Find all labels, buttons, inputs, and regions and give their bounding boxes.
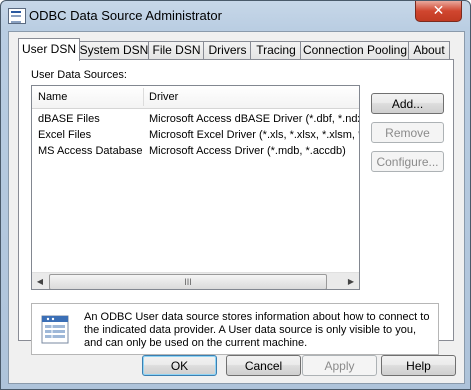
user-data-sources-label: User Data Sources:	[31, 69, 127, 81]
tab-about[interactable]: About	[408, 41, 450, 60]
configure-button[interactable]: Configure...	[371, 151, 444, 172]
info-description: An ODBC User data source stores informat…	[84, 311, 430, 349]
horizontal-scrollbar[interactable]: ◀ III ▶	[32, 272, 359, 289]
odbc-app-icon	[8, 8, 26, 24]
list-item[interactable]: MS Access Database Microsoft Access Driv…	[32, 143, 359, 159]
source-driver: Microsoft Excel Driver (*.xls, *.xlsx, *…	[149, 129, 359, 141]
source-name: dBASE Files	[38, 113, 100, 125]
add-button[interactable]: Add...	[371, 93, 444, 114]
list-header: Name Driver	[32, 86, 359, 109]
info-box: An ODBC User data source stores informat…	[31, 303, 439, 355]
column-header-name[interactable]: Name	[38, 86, 67, 108]
ok-button[interactable]: OK	[142, 355, 217, 376]
remove-button[interactable]: Remove	[371, 122, 444, 143]
tab-system-dsn[interactable]: System DSN	[78, 41, 150, 60]
tab-connection-pooling[interactable]: Connection Pooling	[300, 41, 410, 60]
source-name: MS Access Database	[38, 145, 143, 157]
dialog-client: User DSN System DSN File DSN Drivers Tra…	[8, 31, 465, 384]
tab-user-dsn[interactable]: User DSN	[18, 38, 80, 61]
user-dsn-panel: User Data Sources: Name Driver dBASE Fil…	[18, 59, 454, 355]
source-driver: Microsoft Access Driver (*.mdb, *.accdb)	[149, 145, 346, 157]
odbc-window: ODBC Data Source Administrator ✕ User DS…	[0, 0, 471, 390]
source-driver: Microsoft Access dBASE Driver (*.dbf, *.…	[149, 113, 359, 125]
list-item[interactable]: dBASE Files Microsoft Access dBASE Drive…	[32, 111, 359, 127]
scroll-left-icon[interactable]: ◀	[32, 273, 48, 289]
scroll-thumb[interactable]: III	[49, 274, 327, 289]
apply-button[interactable]: Apply	[302, 355, 377, 376]
list-item[interactable]: Excel Files Microsoft Excel Driver (*.xl…	[32, 127, 359, 143]
tab-tracing[interactable]: Tracing	[250, 41, 302, 60]
data-sources-list[interactable]: Name Driver dBASE Files Microsoft Access…	[31, 85, 360, 290]
source-name: Excel Files	[38, 129, 92, 141]
help-button[interactable]: Help	[381, 355, 456, 376]
column-header-driver[interactable]: Driver	[149, 86, 178, 108]
tab-file-dsn[interactable]: File DSN	[148, 41, 205, 60]
window-title: ODBC Data Source Administrator	[29, 8, 222, 23]
title-bar[interactable]: ODBC Data Source Administrator ✕	[1, 1, 470, 31]
tab-drivers[interactable]: Drivers	[203, 41, 252, 60]
scroll-right-icon[interactable]: ▶	[343, 273, 359, 289]
close-button[interactable]: ✕	[415, 1, 462, 22]
column-divider[interactable]	[143, 88, 144, 106]
database-info-icon	[41, 315, 69, 344]
cancel-button[interactable]: Cancel	[226, 355, 301, 376]
